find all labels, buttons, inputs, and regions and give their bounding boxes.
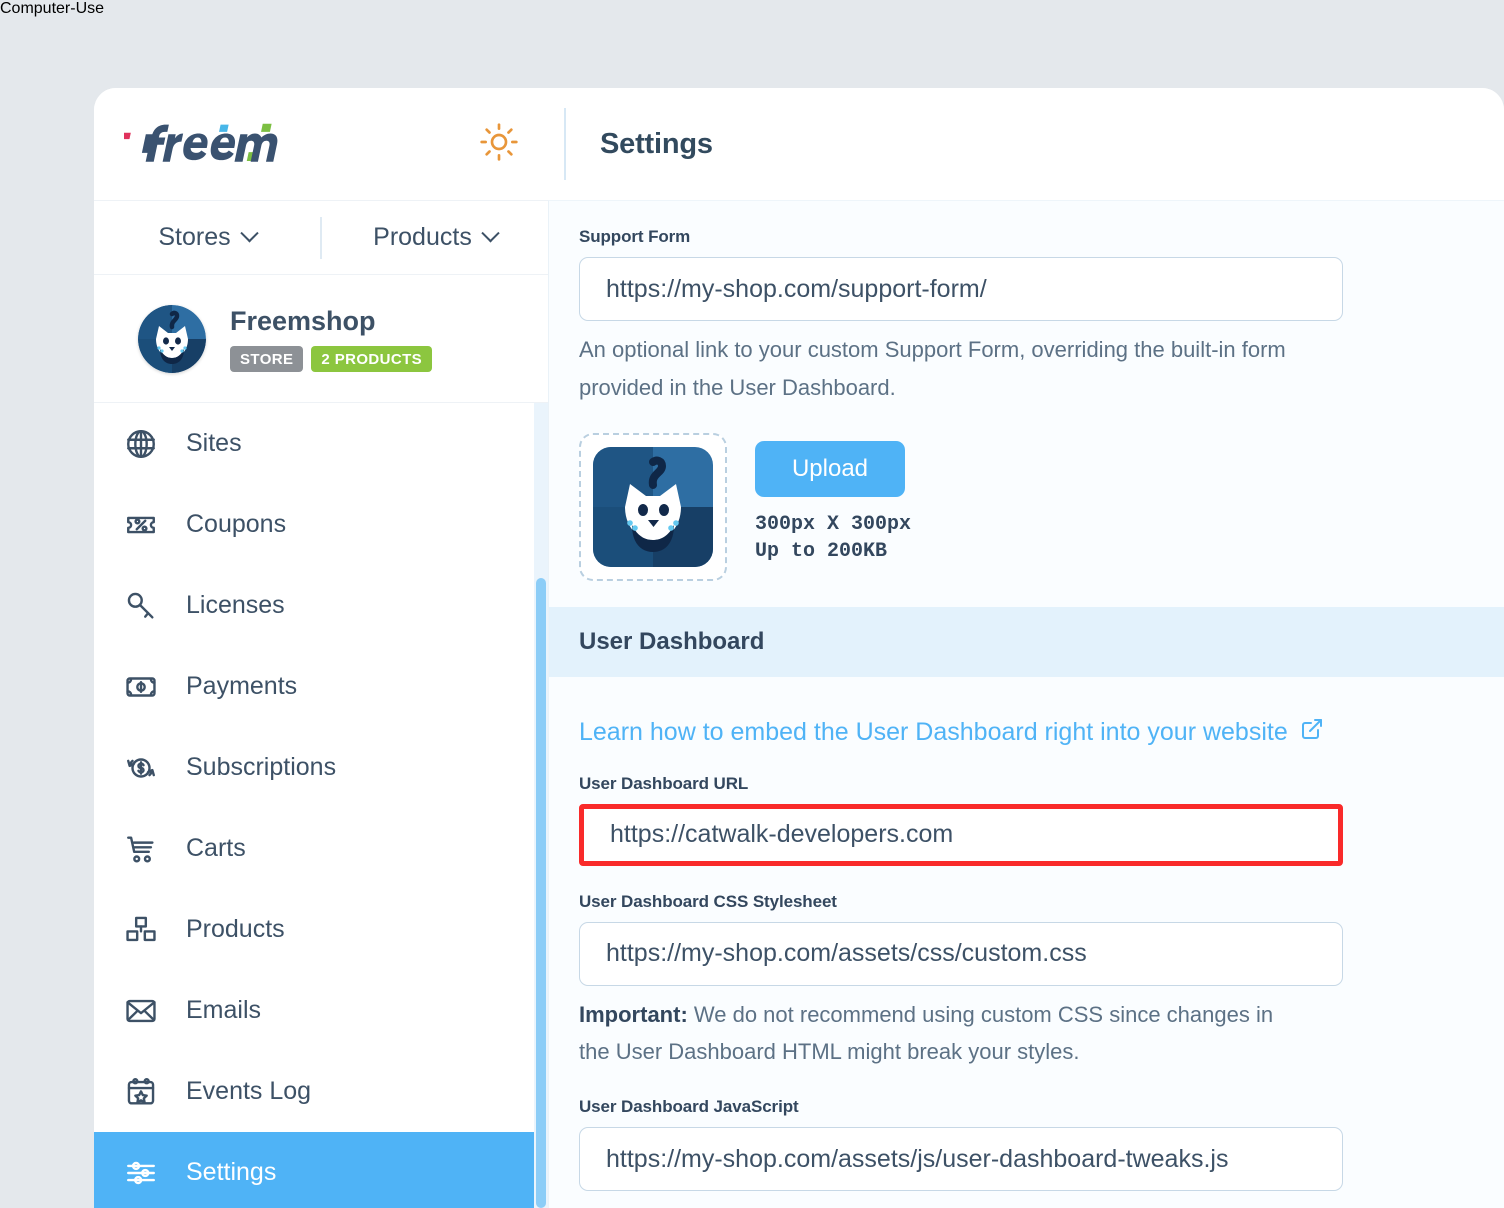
user-dashboard-url-label: User Dashboard URL (579, 773, 749, 793)
sliders-icon (118, 1156, 164, 1190)
sidebar-item-products[interactable]: Products (94, 889, 548, 970)
sun-icon[interactable] (479, 122, 519, 167)
stores-dropdown-label: Stores (158, 223, 231, 251)
globe-icon (118, 427, 164, 461)
upload-button[interactable]: Upload (755, 440, 905, 497)
user-dashboard-section-header: User Dashboard (549, 606, 1504, 677)
settings-content: Support Form https://my-shop.com/support… (548, 200, 1504, 1208)
sidebar-item-label: Coupons (186, 510, 287, 538)
sidebar-item-sites[interactable]: Sites (94, 403, 548, 484)
support-form-input[interactable]: https://my-shop.com/support-form/ (579, 257, 1343, 321)
calendar-star-icon (118, 1075, 164, 1109)
sidebar-nav: Sites Coupons Licenses Payments Subscription… (94, 403, 548, 1208)
store-name: Freemshop (230, 305, 376, 336)
stores-dropdown[interactable]: Stores (94, 201, 320, 274)
upload-dimensions: 300px X 300px (755, 512, 912, 536)
app-window: Settings Stores Products Freemshop STORE… (94, 88, 1504, 1208)
sidebar-item-licenses[interactable]: Licenses (94, 565, 548, 646)
user-dashboard-js-input[interactable]: https://my-shop.com/assets/js/user-dashb… (579, 1127, 1343, 1192)
products-dropdown[interactable]: Products (322, 201, 548, 274)
user-dashboard-css-input[interactable]: https://my-shop.com/assets/css/custom.cs… (579, 921, 1343, 986)
user-dashboard-section-title: User Dashboard (579, 627, 765, 655)
external-link-icon (1300, 717, 1324, 748)
chevron-down-icon (239, 224, 259, 243)
store-card[interactable]: Freemshop STORE 2 PRODUCTS (94, 275, 548, 403)
sidebar-item-label: Payments (186, 672, 298, 700)
user-dashboard-css-label: User Dashboard CSS Stylesheet (579, 891, 837, 911)
brand-logo[interactable] (94, 123, 434, 165)
store-logo-preview (593, 446, 713, 567)
upload-constraints: 300px X 300px Up to 200KB (755, 511, 911, 565)
freemius-logo-icon (124, 123, 278, 162)
sidebar-scrollbar-thumb[interactable] (536, 578, 546, 1208)
sidebar-item-emails[interactable]: Emails (94, 970, 548, 1051)
page-title: Settings (600, 127, 713, 160)
learn-embed-link-label: Learn how to embed the User Dashboard ri… (579, 717, 1288, 746)
envelope-icon (118, 994, 164, 1028)
logo-dropzone[interactable] (579, 432, 727, 581)
user-dashboard-js-label: User Dashboard JavaScript (579, 1097, 799, 1117)
sidebar-item-carts[interactable]: Carts (94, 808, 548, 889)
learn-embed-link[interactable]: Learn how to embed the User Dashboard ri… (579, 717, 1324, 748)
sidebar-item-label: Products (186, 915, 285, 943)
sidebar-item-label: Sites (186, 429, 242, 457)
products-dropdown-label: Products (373, 223, 472, 251)
boxes-icon (118, 913, 164, 947)
coupon-icon (118, 508, 164, 542)
sidebar-item-events-log[interactable]: Events Log (94, 1051, 548, 1132)
top-bar: Settings (94, 88, 1504, 200)
recurring-dollar-icon (118, 751, 164, 785)
user-dashboard-url-input[interactable]: https://catwalk-developers.com (579, 803, 1343, 866)
upload-max-size: Up to 200KB (755, 539, 888, 563)
sidebar-item-subscriptions[interactable]: Subscriptions (94, 727, 548, 808)
sidebar-item-label: Events Log (186, 1077, 312, 1105)
shopping-cart-icon (118, 832, 164, 866)
support-form-group: Support Form https://my-shop.com/support… (579, 227, 1504, 407)
context-switcher: Stores Products (94, 201, 548, 275)
status-badge-products: 2 PRODUCTS (311, 345, 433, 372)
sidebar-item-label: Settings (186, 1158, 277, 1186)
logo-upload-row: Upload 300px X 300px Up to 200KB (579, 432, 1504, 581)
sidebar-item-label: Subscriptions (186, 753, 337, 781)
sidebar-scrollbar-track[interactable] (534, 403, 548, 1208)
status-badge-store: STORE (230, 345, 304, 372)
user-dashboard-js-group: User Dashboard JavaScript https://my-sho… (579, 1097, 1504, 1192)
sidebar-item-payments[interactable]: Payments (94, 646, 548, 727)
sidebar-item-label: Licenses (186, 591, 285, 619)
avatar (138, 304, 206, 373)
user-dashboard-url-group: User Dashboard URL https://catwalk-devel… (579, 774, 1504, 866)
support-form-help: An optional link to your custom Support … (579, 337, 1286, 400)
user-dashboard-css-help: Important: We do not recommend using cus… (579, 996, 1309, 1072)
important-label: Important: (579, 1001, 688, 1027)
user-dashboard-css-group: User Dashboard CSS Stylesheet https://my… (579, 892, 1504, 1072)
sidebar-item-label: Carts (186, 834, 246, 862)
support-form-label: Support Form (579, 227, 691, 246)
sidebar-item-coupons[interactable]: Coupons (94, 484, 548, 565)
key-icon (118, 589, 164, 623)
chevron-down-icon (481, 224, 500, 243)
sidebar-item-settings[interactable]: Settings (94, 1132, 548, 1208)
banknote-icon (118, 670, 164, 704)
sidebar-item-label: Emails (186, 996, 262, 1024)
sidebar: Stores Products Freemshop STORE 2 PRODUC… (94, 200, 548, 1208)
